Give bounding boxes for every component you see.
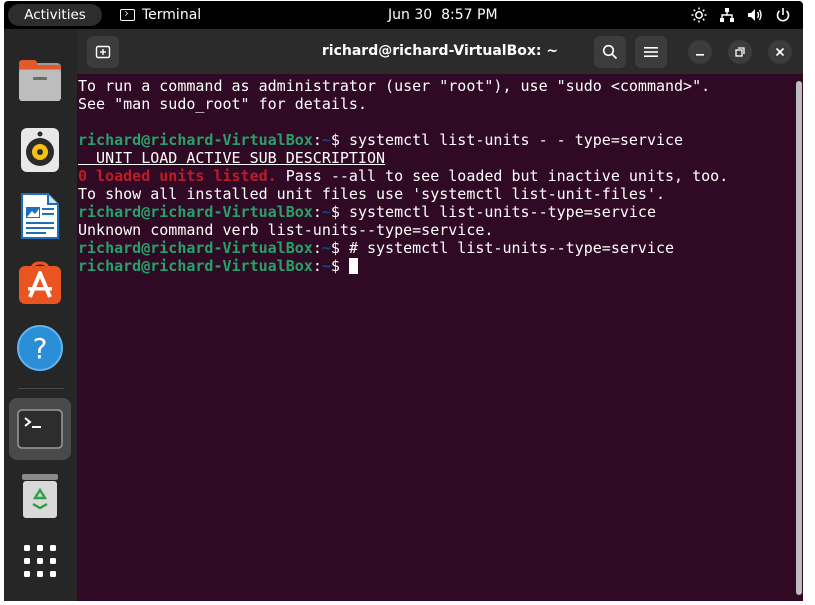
dock-writer[interactable] <box>14 190 66 242</box>
volume-icon[interactable] <box>747 7 763 23</box>
dock: ? <box>4 29 77 601</box>
prompt-user: richard@richard-VirtualBox <box>78 257 313 275</box>
prompt-colon: : <box>312 203 322 221</box>
trash-icon <box>22 474 58 518</box>
activities-button[interactable]: Activities <box>8 4 102 26</box>
terminal-line: richard@richard-VirtualBox:~$ # systemct… <box>78 239 791 257</box>
search-icon <box>602 44 618 60</box>
terminal-cursor <box>348 258 358 274</box>
brightness-icon[interactable] <box>691 7 707 23</box>
dock-files[interactable] <box>14 55 66 107</box>
terminal-line: See "man sudo_root" for details. <box>78 95 367 113</box>
dock-show-apps[interactable] <box>14 535 66 587</box>
terminal-output[interactable]: To run a command as administrator (user … <box>77 74 791 601</box>
close-button[interactable] <box>768 40 792 64</box>
command-text: # systemctl list-units--type=service <box>348 239 675 257</box>
terminal-window: richard@richard-VirtualBox: ~ To run a c… <box>77 29 803 601</box>
svg-text:?: ? <box>33 332 48 365</box>
power-icon[interactable] <box>775 7 791 23</box>
scrollbar[interactable] <box>796 81 802 595</box>
terminal-line: richard@richard-VirtualBox:~$ systemctl … <box>78 131 791 149</box>
error-text: 0 loaded units listed. <box>78 167 277 185</box>
maximize-button[interactable] <box>728 40 752 64</box>
prompt-dollar: $ <box>330 257 349 275</box>
writer-icon <box>21 193 59 239</box>
terminal-line: To show all installed unit files use 'sy… <box>78 185 665 203</box>
terminal-line: UNIT LOAD ACTIVE SUB DESCRIPTION <box>78 149 386 167</box>
command-text: systemctl list-units - - type=service <box>348 131 684 149</box>
minimize-icon <box>696 54 704 56</box>
prompt-dollar: $ <box>330 131 349 149</box>
minimize-button[interactable] <box>688 40 712 64</box>
terminal-line: richard@richard-VirtualBox:~$ <box>78 257 791 275</box>
new-tab-icon <box>95 45 111 59</box>
app-menu[interactable]: Terminal <box>120 1 201 29</box>
network-icon[interactable] <box>719 7 735 23</box>
new-tab-button[interactable] <box>87 36 119 68</box>
hamburger-icon <box>644 47 658 57</box>
command-text: systemctl list-units--type=service <box>348 203 656 221</box>
prompt-colon: : <box>312 131 322 149</box>
terminal-line: 0 loaded units listed. Pass --all to see… <box>78 167 791 185</box>
terminal-small-icon <box>120 9 135 21</box>
close-icon <box>775 47 785 57</box>
dock-terminal[interactable] <box>9 398 71 460</box>
dock-separator <box>18 388 64 389</box>
prompt-path: ~ <box>321 257 331 275</box>
menu-button[interactable] <box>635 36 667 68</box>
prompt-colon: : <box>312 257 322 275</box>
dock-rhythmbox[interactable] <box>14 124 66 176</box>
prompt-path: ~ <box>321 239 331 257</box>
files-icon <box>19 60 61 101</box>
terminal-icon <box>17 409 63 449</box>
clock-date: Jun 30 <box>388 7 433 23</box>
header-bar[interactable]: richard@richard-VirtualBox: ~ <box>77 29 803 74</box>
prompt-user: richard@richard-VirtualBox <box>78 131 313 149</box>
clock[interactable]: Jun 30 8:57 PM <box>388 1 498 29</box>
prompt-dollar: $ <box>330 203 349 221</box>
prompt-colon: : <box>312 239 322 257</box>
dock-software[interactable] <box>14 257 66 309</box>
clock-time: 8:57 PM <box>441 7 498 23</box>
prompt-user: richard@richard-VirtualBox <box>78 203 313 221</box>
search-button[interactable] <box>594 36 626 68</box>
prompt-path: ~ <box>321 131 331 149</box>
output-text: Pass --all to see loaded but inactive un… <box>276 167 729 185</box>
app-menu-label: Terminal <box>142 7 202 23</box>
prompt-dollar: $ <box>330 239 349 257</box>
terminal-line: richard@richard-VirtualBox:~$ systemctl … <box>78 203 791 221</box>
dock-help[interactable]: ? <box>14 322 66 374</box>
prompt-path: ~ <box>321 203 331 221</box>
terminal-line: To run a command as administrator (user … <box>78 77 711 95</box>
top-bar: Activities Terminal Jun 30 8:57 PM <box>4 1 803 29</box>
prompt-user: richard@richard-VirtualBox <box>78 239 313 257</box>
app-grid-icon <box>24 545 56 577</box>
dock-trash[interactable] <box>14 470 66 522</box>
software-icon <box>19 261 61 304</box>
help-icon: ? <box>17 325 63 371</box>
system-tray[interactable] <box>691 1 791 29</box>
terminal-line: Unknown command verb list-units--type=se… <box>78 221 494 239</box>
restore-icon <box>735 47 745 57</box>
rhythmbox-icon <box>21 128 59 172</box>
